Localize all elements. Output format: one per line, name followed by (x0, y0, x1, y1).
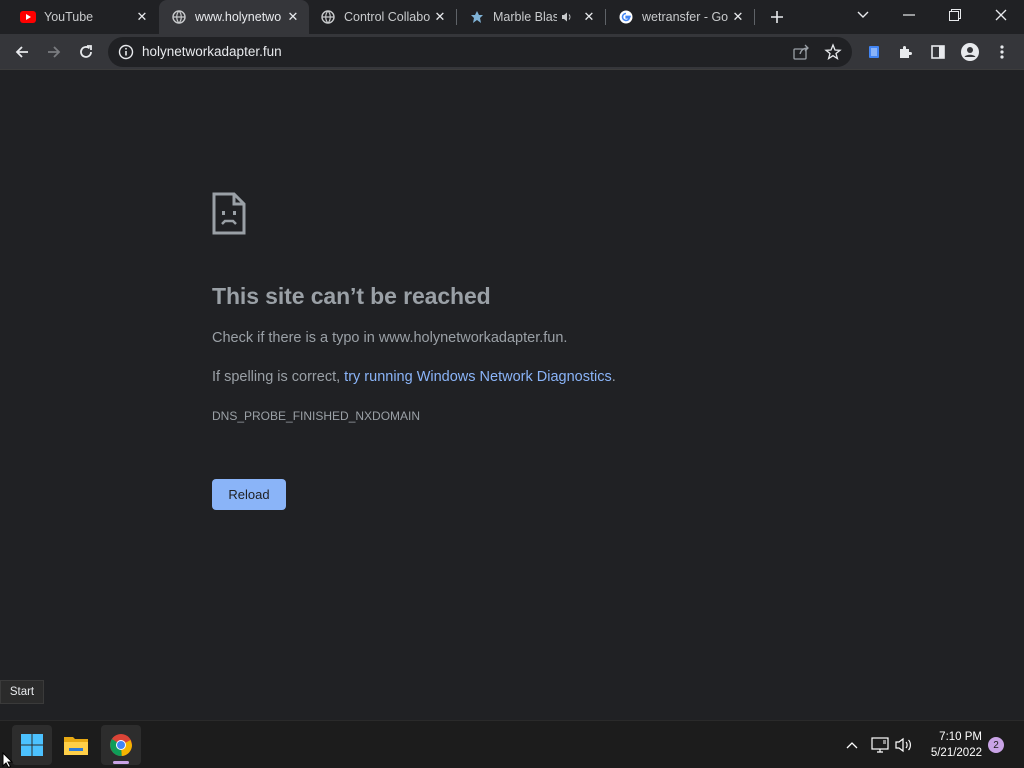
volume-button[interactable] (894, 735, 914, 755)
tab-title: www.holynetwo (195, 10, 282, 24)
start-tooltip: Start (0, 680, 44, 704)
close-tab-icon[interactable]: ✕ (730, 9, 746, 25)
new-tab-button[interactable] (765, 5, 789, 29)
chrome-taskbar-button[interactable] (101, 725, 141, 765)
globe-icon (320, 9, 336, 25)
arrow-left-icon (15, 46, 28, 58)
info-icon[interactable] (118, 44, 134, 60)
refresh-icon (80, 45, 92, 58)
tab-wetransfer[interactable]: wetransfer - Go ✕ (606, 0, 754, 34)
clock-time: 7:10 PM (939, 731, 982, 743)
close-window-button[interactable] (978, 0, 1024, 30)
restore-icon (949, 9, 961, 21)
side-panel-button[interactable] (924, 38, 952, 66)
close-tab-icon[interactable]: ✕ (581, 9, 597, 25)
close-tab-icon[interactable]: ✕ (432, 9, 448, 25)
youtube-icon (20, 9, 36, 25)
network-diagnostics-link[interactable]: try running Windows Network Diagnostics (344, 369, 612, 385)
diagnostics-suffix: . (611, 369, 616, 385)
minimize-icon (903, 14, 915, 16)
speaker-icon[interactable] (561, 10, 575, 24)
profile-button[interactable] (956, 38, 984, 66)
browser-toolbar: holynetworkadapter.fun (0, 34, 1024, 70)
marble-icon (469, 9, 485, 25)
mouse-cursor-icon (2, 751, 14, 768)
diagnostics-prefix: If spelling is correct, (212, 369, 345, 385)
tab-marble-blast[interactable]: Marble Blas ✕ (457, 0, 605, 34)
clock[interactable]: 7:10 PM 5/21/2022 (918, 729, 982, 761)
tab-youtube[interactable]: YouTube ✕ (8, 0, 158, 34)
tab-title: Control Collabo (344, 10, 431, 24)
bookmark-star-icon[interactable] (824, 43, 842, 61)
error-page: This site can’t be reached Check if ther… (0, 71, 1024, 720)
clock-date: 5/21/2022 (930, 747, 982, 759)
tab-separator (754, 9, 755, 25)
speaker-icon (895, 737, 911, 753)
tab-control-collabo[interactable]: Control Collabo ✕ (308, 0, 456, 34)
extension-button[interactable] (860, 38, 888, 66)
typo-suggestion: Check if there is a typo in www.holynetw… (212, 330, 568, 346)
sad-page-icon (212, 192, 246, 235)
side-panel-icon (931, 45, 945, 59)
close-icon (995, 9, 1007, 21)
google-icon (618, 9, 634, 25)
document-extension-icon (869, 46, 879, 58)
network-icon (871, 737, 889, 753)
chrome-icon (110, 734, 133, 757)
forward-button[interactable] (40, 38, 68, 66)
menu-button[interactable] (988, 38, 1016, 66)
extensions-button[interactable] (892, 38, 920, 66)
reload-page-button[interactable] (72, 38, 100, 66)
error-code: DNS_PROBE_FINISHED_NXDOMAIN (212, 409, 421, 423)
plus-icon (771, 11, 783, 23)
tab-search-button[interactable] (840, 0, 886, 30)
tab-title: wetransfer - Go (642, 10, 729, 24)
back-button[interactable] (8, 38, 36, 66)
running-indicator (113, 761, 129, 764)
tab-holynetworkadapter[interactable]: www.holynetwo ✕ (159, 0, 309, 34)
share-icon[interactable] (792, 43, 810, 61)
arrow-right-icon (48, 46, 61, 58)
address-bar[interactable]: holynetworkadapter.fun (108, 37, 852, 67)
url-text[interactable]: holynetworkadapter.fun (142, 44, 282, 59)
taskbar: 7:10 PM 5/21/2022 2 (0, 720, 1024, 768)
notification-badge[interactable]: 2 (988, 737, 1004, 753)
network-button[interactable] (870, 735, 890, 755)
minimize-button[interactable] (886, 0, 932, 30)
show-hidden-icons-button[interactable] (842, 735, 862, 755)
reload-button[interactable]: Reload (212, 479, 286, 510)
tab-strip: YouTube ✕ www.holynetwo ✕ Control Collab… (0, 0, 1024, 34)
close-tab-icon[interactable]: ✕ (285, 9, 301, 25)
start-button[interactable] (12, 725, 52, 765)
windows-icon (21, 734, 43, 756)
close-tab-icon[interactable]: ✕ (134, 9, 150, 25)
folder-icon (64, 737, 88, 755)
chevron-down-icon (857, 11, 869, 18)
diagnostics-suggestion: If spelling is correct, try running Wind… (212, 369, 616, 385)
screen: YouTube ✕ www.holynetwo ✕ Control Collab… (0, 0, 1024, 768)
tab-title: YouTube (44, 10, 94, 24)
globe-icon (171, 9, 187, 25)
error-title: This site can’t be reached (212, 283, 491, 309)
chevron-up-icon (846, 742, 858, 749)
more-vertical-icon (1000, 45, 1004, 59)
avatar-icon (961, 43, 979, 61)
puzzle-icon (900, 46, 912, 58)
restore-button[interactable] (932, 0, 978, 30)
file-explorer-button[interactable] (56, 725, 96, 765)
tab-title: Marble Blas (493, 10, 557, 24)
